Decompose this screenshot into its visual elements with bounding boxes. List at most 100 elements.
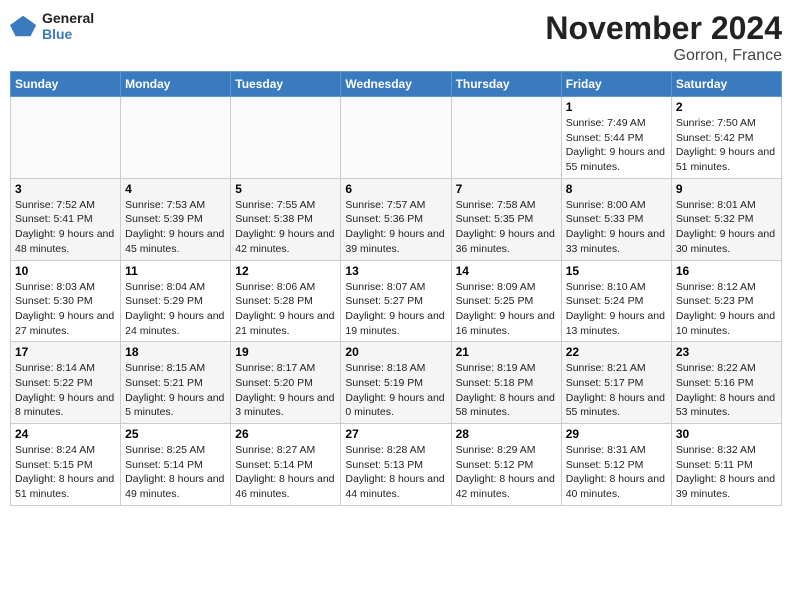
calendar-cell: 17 Sunrise: 8:14 AM Sunset: 5:22 PM Dayli… [11, 342, 121, 424]
day-info: Sunrise: 7:57 AM Sunset: 5:36 PM Dayligh… [345, 198, 446, 257]
day-info: Sunrise: 7:52 AM Sunset: 5:41 PM Dayligh… [15, 198, 116, 257]
day-info: Sunrise: 8:07 AM Sunset: 5:27 PM Dayligh… [345, 280, 446, 339]
day-number: 23 [676, 345, 777, 359]
calendar-cell: 22 Sunrise: 8:21 AM Sunset: 5:17 PM Dayli… [561, 342, 671, 424]
day-info: Sunrise: 7:50 AM Sunset: 5:42 PM Dayligh… [676, 116, 777, 175]
day-info: Sunrise: 7:49 AM Sunset: 5:44 PM Dayligh… [566, 116, 667, 175]
logo-icon [10, 12, 38, 40]
day-info: Sunrise: 8:18 AM Sunset: 5:19 PM Dayligh… [345, 361, 446, 420]
day-number: 15 [566, 264, 667, 278]
day-info: Sunrise: 8:09 AM Sunset: 5:25 PM Dayligh… [456, 280, 557, 339]
column-header-thursday: Thursday [451, 72, 561, 97]
day-number: 19 [235, 345, 336, 359]
day-number: 24 [15, 427, 116, 441]
calendar-cell: 29 Sunrise: 8:31 AM Sunset: 5:12 PM Dayli… [561, 424, 671, 506]
calendar-cell: 9 Sunrise: 8:01 AM Sunset: 5:32 PM Daylig… [671, 178, 781, 260]
page-header: General Blue November 2024 Gorron, Franc… [10, 10, 782, 65]
day-info: Sunrise: 8:03 AM Sunset: 5:30 PM Dayligh… [15, 280, 116, 339]
logo: General Blue [10, 10, 94, 42]
day-info: Sunrise: 8:29 AM Sunset: 5:12 PM Dayligh… [456, 443, 557, 502]
day-info: Sunrise: 8:19 AM Sunset: 5:18 PM Dayligh… [456, 361, 557, 420]
column-header-tuesday: Tuesday [231, 72, 341, 97]
calendar-cell [231, 97, 341, 179]
calendar-week-5: 24 Sunrise: 8:24 AM Sunset: 5:15 PM Dayli… [11, 424, 782, 506]
day-number: 20 [345, 345, 446, 359]
day-number: 16 [676, 264, 777, 278]
calendar-week-4: 17 Sunrise: 8:14 AM Sunset: 5:22 PM Dayli… [11, 342, 782, 424]
day-number: 27 [345, 427, 446, 441]
day-number: 1 [566, 100, 667, 114]
day-info: Sunrise: 7:53 AM Sunset: 5:39 PM Dayligh… [125, 198, 226, 257]
day-info: Sunrise: 8:04 AM Sunset: 5:29 PM Dayligh… [125, 280, 226, 339]
calendar-cell [121, 97, 231, 179]
calendar-cell: 5Sunrise: 7:55 AM Sunset: 5:38 PM Daylig… [231, 178, 341, 260]
day-info: Sunrise: 8:25 AM Sunset: 5:14 PM Dayligh… [125, 443, 226, 502]
day-number: 21 [456, 345, 557, 359]
day-number: 11 [125, 264, 226, 278]
day-info: Sunrise: 8:01 AM Sunset: 5:32 PM Dayligh… [676, 198, 777, 257]
day-number: 3 [15, 182, 116, 196]
day-number: 25 [125, 427, 226, 441]
day-number: 26 [235, 427, 336, 441]
day-number: 22 [566, 345, 667, 359]
column-header-wednesday: Wednesday [341, 72, 451, 97]
day-info: Sunrise: 8:27 AM Sunset: 5:14 PM Dayligh… [235, 443, 336, 502]
calendar-body: 1 Sunrise: 7:49 AM Sunset: 5:44 PM Daylig… [11, 97, 782, 506]
calendar-cell: 18 Sunrise: 8:15 AM Sunset: 5:21 PM Dayli… [121, 342, 231, 424]
month-title: November 2024 [545, 10, 782, 47]
day-info: Sunrise: 8:15 AM Sunset: 5:21 PM Dayligh… [125, 361, 226, 420]
day-info: Sunrise: 8:28 AM Sunset: 5:13 PM Dayligh… [345, 443, 446, 502]
calendar-cell: 21 Sunrise: 8:19 AM Sunset: 5:18 PM Dayli… [451, 342, 561, 424]
day-info: Sunrise: 8:21 AM Sunset: 5:17 PM Dayligh… [566, 361, 667, 420]
day-number: 28 [456, 427, 557, 441]
calendar-cell: 14Sunrise: 8:09 AM Sunset: 5:25 PM Dayli… [451, 260, 561, 342]
calendar-header: SundayMondayTuesdayWednesdayThursdayFrid… [11, 72, 782, 97]
day-info: Sunrise: 8:17 AM Sunset: 5:20 PM Dayligh… [235, 361, 336, 420]
day-info: Sunrise: 8:12 AM Sunset: 5:23 PM Dayligh… [676, 280, 777, 339]
calendar-cell: 15 Sunrise: 8:10 AM Sunset: 5:24 PM Dayli… [561, 260, 671, 342]
calendar-cell: 23 Sunrise: 8:22 AM Sunset: 5:16 PM Dayli… [671, 342, 781, 424]
calendar-week-3: 10 Sunrise: 8:03 AM Sunset: 5:30 PM Dayli… [11, 260, 782, 342]
day-number: 5 [235, 182, 336, 196]
calendar-cell: 11 Sunrise: 8:04 AM Sunset: 5:29 PM Dayli… [121, 260, 231, 342]
day-info: Sunrise: 8:24 AM Sunset: 5:15 PM Dayligh… [15, 443, 116, 502]
calendar-cell: 10 Sunrise: 8:03 AM Sunset: 5:30 PM Dayli… [11, 260, 121, 342]
day-info: Sunrise: 8:22 AM Sunset: 5:16 PM Dayligh… [676, 361, 777, 420]
day-number: 10 [15, 264, 116, 278]
calendar-week-2: 3 Sunrise: 7:52 AM Sunset: 5:41 PM Daylig… [11, 178, 782, 260]
title-block: November 2024 Gorron, France [545, 10, 782, 65]
day-info: Sunrise: 8:14 AM Sunset: 5:22 PM Dayligh… [15, 361, 116, 420]
calendar-table: SundayMondayTuesdayWednesdayThursdayFrid… [10, 71, 782, 506]
day-info: Sunrise: 8:31 AM Sunset: 5:12 PM Dayligh… [566, 443, 667, 502]
day-number: 6 [345, 182, 446, 196]
day-number: 9 [676, 182, 777, 196]
calendar-cell: 19 Sunrise: 8:17 AM Sunset: 5:20 PM Dayli… [231, 342, 341, 424]
calendar-cell [341, 97, 451, 179]
column-header-friday: Friday [561, 72, 671, 97]
calendar-cell [451, 97, 561, 179]
calendar-cell: 7Sunrise: 7:58 AM Sunset: 5:35 PM Daylig… [451, 178, 561, 260]
calendar-cell: 8Sunrise: 8:00 AM Sunset: 5:33 PM Daylig… [561, 178, 671, 260]
calendar-cell: 12Sunrise: 8:06 AM Sunset: 5:28 PM Dayli… [231, 260, 341, 342]
calendar-cell: 25 Sunrise: 8:25 AM Sunset: 5:14 PM Dayli… [121, 424, 231, 506]
logo-text: General Blue [42, 10, 94, 42]
calendar-header-row: SundayMondayTuesdayWednesdayThursdayFrid… [11, 72, 782, 97]
location: Gorron, France [545, 47, 782, 65]
calendar-cell [11, 97, 121, 179]
day-number: 17 [15, 345, 116, 359]
day-number: 29 [566, 427, 667, 441]
calendar-cell: 30Sunrise: 8:32 AM Sunset: 5:11 PM Dayli… [671, 424, 781, 506]
day-number: 18 [125, 345, 226, 359]
day-info: Sunrise: 8:06 AM Sunset: 5:28 PM Dayligh… [235, 280, 336, 339]
calendar-cell: 26 Sunrise: 8:27 AM Sunset: 5:14 PM Dayli… [231, 424, 341, 506]
calendar-cell: 6 Sunrise: 7:57 AM Sunset: 5:36 PM Daylig… [341, 178, 451, 260]
calendar-cell: 13Sunrise: 8:07 AM Sunset: 5:27 PM Dayli… [341, 260, 451, 342]
day-info: Sunrise: 8:10 AM Sunset: 5:24 PM Dayligh… [566, 280, 667, 339]
column-header-sunday: Sunday [11, 72, 121, 97]
calendar-cell: 28 Sunrise: 8:29 AM Sunset: 5:12 PM Dayli… [451, 424, 561, 506]
day-number: 7 [456, 182, 557, 196]
day-info: Sunrise: 8:32 AM Sunset: 5:11 PM Dayligh… [676, 443, 777, 502]
day-number: 8 [566, 182, 667, 196]
column-header-saturday: Saturday [671, 72, 781, 97]
calendar-cell: 24 Sunrise: 8:24 AM Sunset: 5:15 PM Dayli… [11, 424, 121, 506]
